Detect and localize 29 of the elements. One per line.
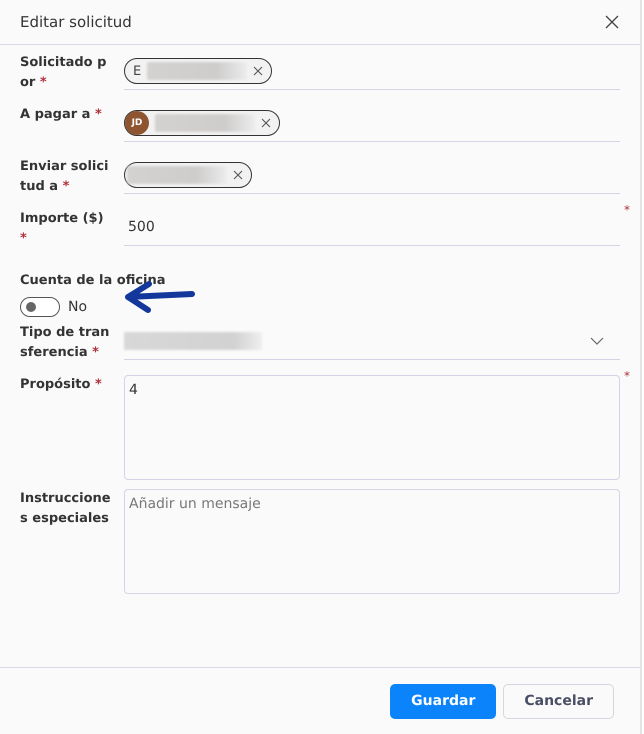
message-field[interactable]: Añadir un mensaje <box>124 489 620 594</box>
chevron-down-icon <box>590 337 604 345</box>
person-chip[interactable]: E <box>124 58 272 84</box>
remove-icon <box>233 170 243 180</box>
toggle-label: No <box>68 299 88 315</box>
close-icon <box>604 14 620 30</box>
remove-icon <box>261 118 271 128</box>
save-button[interactable]: Guardar <box>390 684 496 718</box>
field-label: Importe ($) * <box>20 210 105 248</box>
field-label: Propósito * <box>20 376 103 394</box>
close-button[interactable] <box>604 14 620 30</box>
field-label: Cuenta de la oficina <box>20 272 167 290</box>
remove-icon <box>253 66 264 76</box>
toggle-switch[interactable] <box>20 297 60 317</box>
field-label: Tipo de transferencia * <box>20 324 110 362</box>
dialog-title: Editar solicitud <box>20 13 132 31</box>
person-chip[interactable]: JD <box>124 110 280 136</box>
field-label: A pagar a * <box>20 106 103 124</box>
field-label: Solicitado por * <box>20 54 108 92</box>
cancel-button[interactable]: Cancelar <box>503 684 614 718</box>
required-mark: * <box>624 369 630 383</box>
person-chip[interactable] <box>124 162 252 188</box>
message-field[interactable]: 4 <box>124 375 620 480</box>
chip-initial: E <box>133 64 142 78</box>
field-label: Instrucciones especiales <box>20 490 112 528</box>
avatar: JD <box>125 111 149 135</box>
amount-field[interactable]: 500 <box>124 219 155 235</box>
required-mark: * <box>624 203 630 217</box>
field-label: Enviar solicitud a * <box>20 158 110 196</box>
